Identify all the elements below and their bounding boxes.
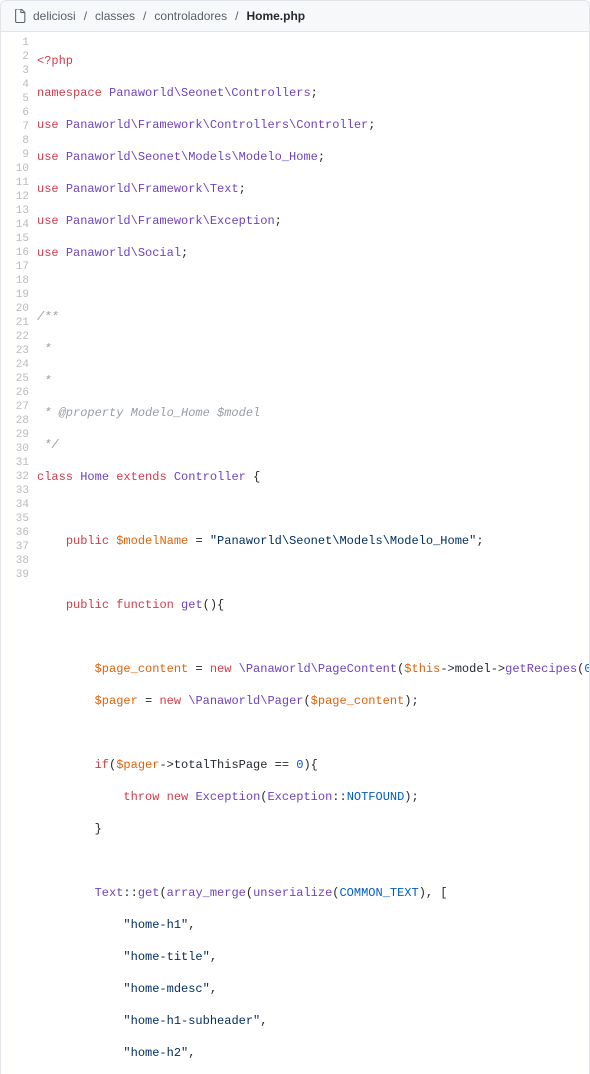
code-line: use Panaworld\Seonet\Models\Modelo_Home;: [37, 150, 589, 164]
code-line: "home-h1-subheader",: [37, 1014, 589, 1028]
code-line: namespace Panaworld\Seonet\Controllers;: [37, 86, 589, 100]
code-line: "home-h1",: [37, 918, 589, 932]
line-number: 17: [1, 260, 29, 274]
line-number: 36: [1, 526, 29, 540]
code-line: throw new Exception(Exception::NOTFOUND)…: [37, 790, 589, 804]
code-line: *: [37, 374, 589, 388]
line-number: 20: [1, 302, 29, 316]
code-line: use Panaworld\Framework\Text;: [37, 182, 589, 196]
code-line: use Panaworld\Framework\Exception;: [37, 214, 589, 228]
line-number: 2: [1, 50, 29, 64]
line-number: 12: [1, 190, 29, 204]
code-line: "home-h2",: [37, 1046, 589, 1060]
line-number: 23: [1, 344, 29, 358]
line-number: 34: [1, 498, 29, 512]
code-line: $page_content = new \Panaworld\PageConte…: [37, 662, 589, 676]
code-line: *: [37, 342, 589, 356]
line-number: 16: [1, 246, 29, 260]
line-number: 4: [1, 78, 29, 92]
code-line: use Panaworld\Framework\Controllers\Cont…: [37, 118, 589, 132]
breadcrumb-separator: /: [82, 9, 89, 23]
line-number: 11: [1, 176, 29, 190]
file-icon: [13, 9, 27, 23]
code-line: use Panaworld\Social;: [37, 246, 589, 260]
code-line: [37, 278, 589, 292]
line-number: 25: [1, 372, 29, 386]
code-line: */: [37, 438, 589, 452]
line-number: 21: [1, 316, 29, 330]
line-number: 1: [1, 36, 29, 50]
code-line: "home-mdesc",: [37, 982, 589, 996]
code-line: [37, 854, 589, 868]
code-line: * @property Modelo_Home $model: [37, 406, 589, 420]
line-number: 30: [1, 442, 29, 456]
line-number: 27: [1, 400, 29, 414]
code-line: /**: [37, 310, 589, 324]
breadcrumb-separator: /: [141, 9, 148, 23]
line-number: 29: [1, 428, 29, 442]
line-number: 22: [1, 330, 29, 344]
code-content[interactable]: <?php namespace Panaworld\Seonet\Control…: [37, 32, 589, 1074]
line-number: 33: [1, 484, 29, 498]
code-line: "home-title",: [37, 950, 589, 964]
code-line: class Home extends Controller {: [37, 470, 589, 484]
line-number: 3: [1, 64, 29, 78]
code-line: [37, 502, 589, 516]
line-number: 19: [1, 288, 29, 302]
line-number: 15: [1, 232, 29, 246]
line-number: 13: [1, 204, 29, 218]
line-number: 8: [1, 134, 29, 148]
breadcrumb-item[interactable]: controladores: [154, 9, 227, 23]
line-number: 31: [1, 456, 29, 470]
line-number: 24: [1, 358, 29, 372]
code-line: public function get(){: [37, 598, 589, 612]
breadcrumb-separator: /: [233, 9, 240, 23]
code-viewer: 1 2 3 4 5 6 7 8 9 10 11 12 13 14 15 16 1…: [0, 32, 590, 1074]
line-number: 5: [1, 92, 29, 106]
code-line: [37, 566, 589, 580]
line-number: 9: [1, 148, 29, 162]
breadcrumb-file: Home.php: [246, 9, 305, 23]
line-number: 35: [1, 512, 29, 526]
code-line: $pager = new \Panaworld\Pager($page_cont…: [37, 694, 589, 708]
code-line: }: [37, 822, 589, 836]
line-number: 6: [1, 106, 29, 120]
code-line: <?php: [37, 54, 589, 68]
line-number: 7: [1, 120, 29, 134]
code-line: Text::get(array_merge(unserialize(COMMON…: [37, 886, 589, 900]
line-number-gutter: 1 2 3 4 5 6 7 8 9 10 11 12 13 14 15 16 1…: [1, 32, 37, 1074]
line-number: 37: [1, 540, 29, 554]
code-line: [37, 726, 589, 740]
code-line: public $modelName = "Panaworld\Seonet\Mo…: [37, 534, 589, 548]
breadcrumb-item[interactable]: deliciosi: [33, 9, 76, 23]
breadcrumb-bar: deliciosi / classes / controladores / Ho…: [0, 0, 590, 32]
code-line: [37, 630, 589, 644]
line-number: 39: [1, 568, 29, 582]
line-number: 26: [1, 386, 29, 400]
line-number: 38: [1, 554, 29, 568]
breadcrumb-item[interactable]: classes: [95, 9, 135, 23]
line-number: 10: [1, 162, 29, 176]
line-number: 28: [1, 414, 29, 428]
code-line: if($pager->totalThisPage == 0){: [37, 758, 589, 772]
line-number: 32: [1, 470, 29, 484]
line-number: 18: [1, 274, 29, 288]
line-number: 14: [1, 218, 29, 232]
